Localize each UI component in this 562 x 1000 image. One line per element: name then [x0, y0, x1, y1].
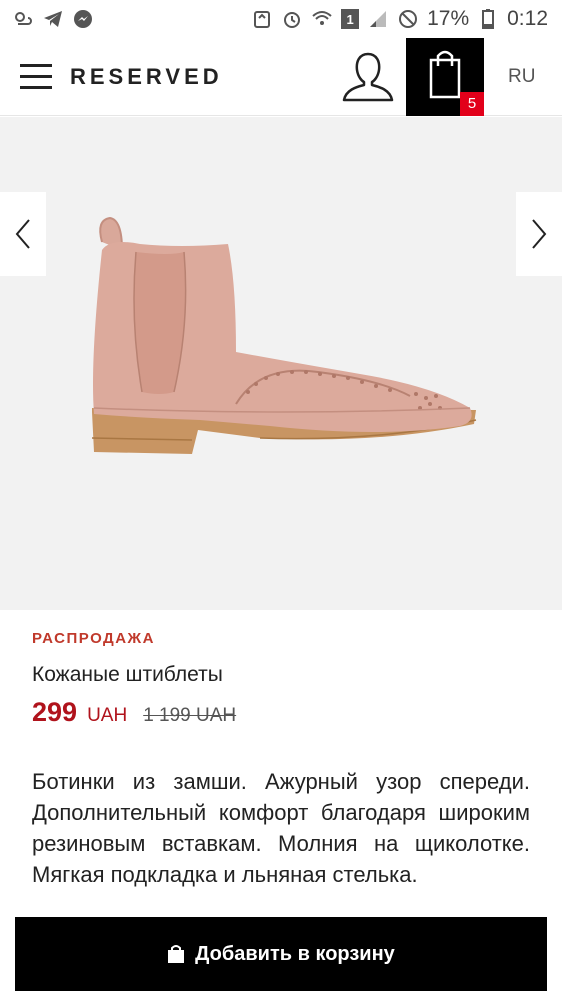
clock: 0:12	[507, 7, 548, 30]
status-right: 1 17% 0:12	[251, 7, 548, 31]
status-left	[12, 8, 94, 30]
recycle-icon	[251, 8, 273, 30]
hamburger-line	[20, 75, 52, 78]
price-currency: UAH	[87, 705, 128, 726]
dnd-icon	[397, 8, 419, 30]
product-image	[91, 216, 477, 454]
menu-button[interactable]	[20, 64, 52, 90]
prev-image-button[interactable]	[0, 192, 46, 276]
battery-icon	[477, 8, 499, 30]
cart-count-badge: 5	[460, 92, 484, 116]
old-price: 1 199 UAH	[143, 705, 237, 726]
site-header: RESERVED 5 RU	[0, 38, 562, 116]
product-gallery[interactable]	[0, 117, 562, 610]
sale-badge: РАСПРОДАЖА	[32, 630, 155, 647]
account-button[interactable]	[338, 50, 398, 106]
price-block: 299 UAH 1 199 UAH	[32, 697, 236, 728]
battery-level: 17%	[427, 7, 470, 30]
weather-icon	[12, 8, 34, 30]
status-bar: 1 17% 0:12	[0, 0, 562, 38]
user-icon	[342, 52, 394, 102]
current-price: 299	[32, 697, 78, 727]
messenger-icon	[72, 8, 94, 30]
hamburger-icon	[20, 64, 52, 67]
alarm-icon	[281, 8, 303, 30]
brand-logo[interactable]: RESERVED	[70, 64, 223, 90]
product-description: Ботинки из замши. Ажурный узор спереди. …	[32, 769, 530, 887]
wifi-icon	[311, 8, 333, 30]
hamburger-line	[20, 86, 52, 89]
chevron-left-icon	[15, 219, 30, 249]
telegram-icon	[42, 8, 64, 30]
language-switch[interactable]: RU	[508, 66, 535, 88]
next-image-button[interactable]	[516, 192, 562, 276]
signal-icon	[367, 8, 389, 30]
add-to-cart-button[interactable]: Добавить в корзину	[15, 917, 547, 991]
chevron-right-icon	[532, 219, 547, 249]
bag-icon	[168, 945, 185, 963]
sim-icon: 1	[341, 9, 360, 29]
add-to-cart-label: Добавить в корзину	[195, 942, 395, 965]
product-title: Кожаные штиблеты	[32, 663, 223, 686]
cart-button[interactable]: 5	[406, 38, 484, 116]
